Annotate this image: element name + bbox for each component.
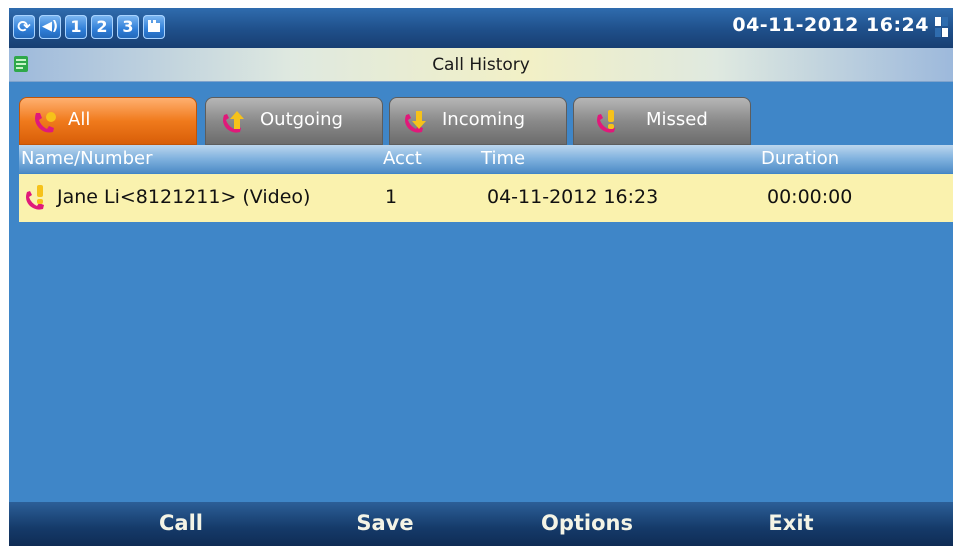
status-datetime: 04-11-2012 16:24 xyxy=(732,14,929,36)
save-button[interactable]: Save xyxy=(356,511,413,535)
table-row[interactable]: Jane Li<8121211> (Video) 1 04-11-2012 16… xyxy=(19,174,953,222)
tab-all-label: All xyxy=(68,109,91,130)
outgoing-call-icon xyxy=(223,111,244,133)
tab-incoming-label: Incoming xyxy=(442,109,525,130)
column-header: Name/Number Acct Time Duration xyxy=(19,145,953,173)
account-1-icon: 1 xyxy=(65,15,87,39)
exit-button[interactable]: Exit xyxy=(768,511,813,535)
softkey-bar: Call Save Options Exit xyxy=(9,502,953,546)
sync-icon: ⟳ xyxy=(13,15,35,39)
network-icon xyxy=(143,15,165,39)
tab-outgoing-label: Outgoing xyxy=(260,109,343,130)
tab-all[interactable]: All xyxy=(19,97,197,145)
account-2-icon: 2 xyxy=(91,15,113,39)
volume-icon: ◀) xyxy=(39,15,61,39)
row-acct: 1 xyxy=(385,186,398,208)
tab-missed-label: Missed xyxy=(646,109,708,130)
row-name-number: Jane Li<8121211> (Video) xyxy=(57,186,311,208)
column-acct[interactable]: Acct xyxy=(383,148,422,169)
missed-call-icon xyxy=(597,110,615,133)
phone-screen: ⟳ ◀) 1 2 3 04-11-2012 16:24 Call History… xyxy=(9,8,953,546)
network-icon-glyph xyxy=(148,20,160,32)
page-title: Call History xyxy=(432,55,530,75)
row-time: 04-11-2012 16:23 xyxy=(487,186,659,208)
account-3-icon: 3 xyxy=(117,15,139,39)
incoming-call-icon xyxy=(405,111,426,133)
call-button[interactable]: Call xyxy=(159,511,203,535)
tab-incoming[interactable]: Incoming xyxy=(389,97,567,145)
options-button[interactable]: Options xyxy=(541,511,633,535)
column-name-number[interactable]: Name/Number xyxy=(21,148,152,169)
column-duration[interactable]: Duration xyxy=(761,148,839,169)
all-calls-icon xyxy=(35,112,56,133)
title-bar: Call History xyxy=(9,48,953,82)
row-duration: 00:00:00 xyxy=(767,186,853,208)
tab-missed[interactable]: Missed xyxy=(573,97,751,145)
battery-icon xyxy=(935,17,949,37)
tab-outgoing[interactable]: Outgoing xyxy=(205,97,383,145)
status-bar: ⟳ ◀) 1 2 3 04-11-2012 16:24 xyxy=(9,8,953,48)
column-time[interactable]: Time xyxy=(481,148,525,169)
missed-call-icon xyxy=(26,185,44,210)
